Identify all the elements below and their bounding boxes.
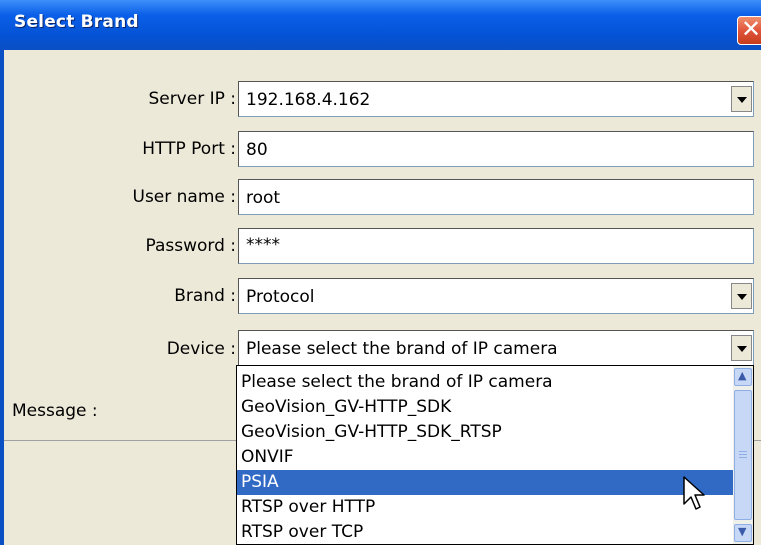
brand-combo[interactable]: Protocol (238, 278, 754, 314)
scroll-up-icon[interactable]: ▲ (734, 368, 752, 386)
http-port-label: HTTP Port : (142, 139, 236, 159)
message-label: Message : (12, 401, 98, 421)
mouse-pointer-icon (683, 476, 705, 510)
device-label: Device : (166, 339, 236, 359)
chevron-down-icon[interactable] (731, 283, 752, 309)
user-name-field[interactable]: root (238, 179, 754, 215)
chevron-down-icon[interactable] (731, 335, 752, 361)
server-ip-combo[interactable]: 192.168.4.162 (238, 81, 754, 117)
select-brand-dialog: Select Brand ✕ Server IP : 192.168.4.162… (0, 0, 761, 545)
chevron-down-icon[interactable] (731, 86, 752, 112)
server-ip-label: Server IP : (148, 89, 236, 109)
list-item[interactable]: Please select the brand of IP camera (241, 372, 553, 398)
user-name-label: User name : (132, 187, 237, 207)
http-port-field[interactable]: 80 (238, 131, 754, 167)
scroll-thumb[interactable] (734, 390, 752, 520)
brand-value: Protocol (246, 287, 315, 307)
scrollbar[interactable]: ▲ ▼ (733, 366, 753, 544)
close-icon: ✕ (741, 15, 761, 43)
title-bar[interactable]: Select Brand ✕ (0, 0, 761, 50)
password-label: Password : (145, 236, 236, 256)
list-item[interactable]: GeoVision_GV-HTTP_SDK_RTSP (241, 422, 502, 448)
device-dropdown-list[interactable]: Please select the brand of IP camera Geo… (236, 365, 754, 545)
list-item[interactable]: RTSP over HTTP (241, 497, 375, 523)
device-value: Please select the brand of IP camera (246, 339, 558, 359)
close-button[interactable]: ✕ (737, 15, 761, 45)
device-combo[interactable]: Please select the brand of IP camera (238, 330, 754, 366)
password-value: **** (246, 235, 280, 255)
scroll-down-icon[interactable]: ▼ (734, 524, 752, 542)
password-field[interactable]: **** (238, 228, 754, 264)
list-item[interactable]: GeoVision_GV-HTTP_SDK (241, 397, 451, 423)
brand-label: Brand : (174, 286, 236, 306)
user-name-value: root (246, 188, 281, 208)
http-port-value: 80 (246, 140, 268, 160)
list-item[interactable]: RTSP over TCP (241, 522, 363, 544)
server-ip-value: 192.168.4.162 (246, 90, 371, 110)
window-title: Select Brand (14, 12, 139, 32)
list-item-selected[interactable]: PSIA (237, 470, 733, 495)
